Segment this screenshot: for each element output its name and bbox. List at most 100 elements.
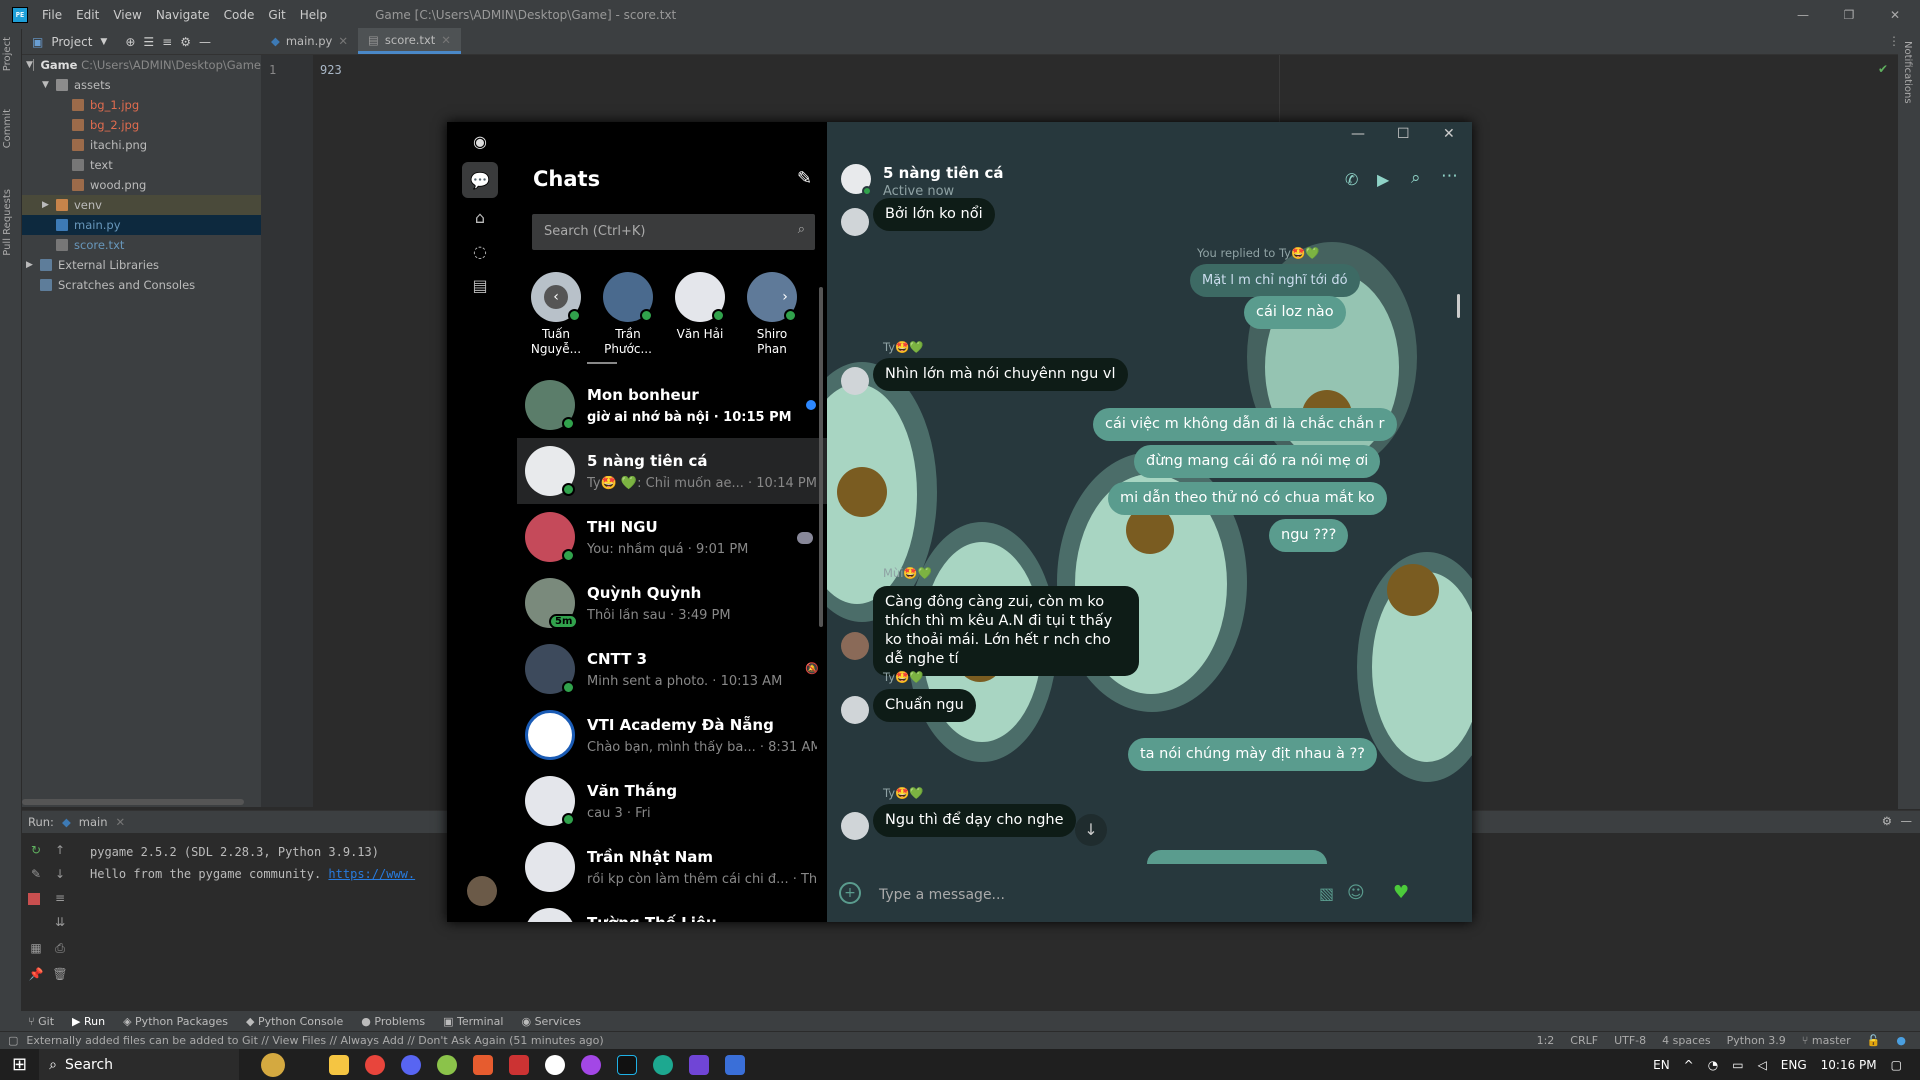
avatar[interactable] <box>467 876 497 906</box>
volume-icon[interactable]: ◁ <box>1758 1058 1767 1072</box>
chat-list-item[interactable]: Văn Thắng cau 3 · Fri <box>517 768 827 834</box>
scroll-to-end-icon[interactable]: ⇊ <box>52 915 68 931</box>
chat-list-item[interactable]: Trần Nhật Nam rồi kp còn làm thêm cái ch… <box>517 834 827 900</box>
sticker-icon[interactable]: ▧ <box>1319 884 1334 903</box>
stop-icon[interactable] <box>28 893 40 905</box>
tree-item-file[interactable]: bg_1.jpg <box>22 95 261 115</box>
app-icon[interactable] <box>545 1054 566 1075</box>
tab-pull-requests[interactable]: Pull Requests <box>2 189 13 256</box>
search-icon[interactable]: ⌕ <box>1411 168 1421 188</box>
git-branch[interactable]: ⑂ master <box>1802 1034 1851 1047</box>
tree-item-score-txt[interactable]: score.txt <box>22 235 261 255</box>
story-item[interactable]: Văn Hải <box>672 272 728 342</box>
tab-main-py[interactable]: ◆ main.py ✕ <box>261 28 358 54</box>
phone-icon[interactable]: ✆ <box>1345 170 1358 189</box>
story-item[interactable]: Trần Phước... <box>600 272 656 357</box>
lock-icon[interactable]: 🔓 <box>1867 1034 1881 1047</box>
story-item[interactable]: ‹ Tuấn Nguyễ... <box>528 272 584 357</box>
tree-item-venv[interactable]: ▶ venv <box>22 195 261 215</box>
language-indicator[interactable]: EN <box>1653 1058 1670 1072</box>
gear-icon[interactable]: ⚙ <box>1882 814 1892 828</box>
close-icon[interactable]: ✕ <box>338 34 348 48</box>
tree-item-game[interactable]: ▼ Game C:\Users\ADMIN\Desktop\Game <box>22 55 261 75</box>
code-line[interactable]: 923 <box>320 63 342 77</box>
chevron-right-icon[interactable]: › <box>773 285 797 309</box>
emoji-icon[interactable]: ☺ <box>1347 883 1365 903</box>
message-bubble[interactable]: Ngu thì để dạy cho nghe <box>873 804 1076 837</box>
layout-icon[interactable]: ▦ <box>28 941 44 957</box>
taskbar-search[interactable]: ⌕ Search <box>39 1049 240 1080</box>
file-explorer-icon[interactable] <box>329 1054 350 1075</box>
tool-python-console[interactable]: ◆ Python Console <box>246 1015 343 1028</box>
conversation-scrollbar[interactable] <box>1457 294 1460 318</box>
chat-list-item[interactable]: Mon bonheur giờ ai nhớ bà nội · 10:15 PM <box>517 372 827 438</box>
hide-icon[interactable]: — <box>199 35 211 49</box>
message-bubble[interactable]: ta nói chúng mày địt nhau à ?? <box>1128 738 1377 771</box>
wifi-icon[interactable]: ◔ <box>1708 1058 1718 1072</box>
python-interpreter[interactable]: Python 3.9 <box>1727 1034 1786 1047</box>
scroll-to-bottom-button[interactable]: ↓ <box>1075 814 1107 846</box>
ime-indicator[interactable]: ENG <box>1781 1058 1807 1072</box>
menu-file[interactable]: File <box>42 8 62 22</box>
message-bubble[interactable]: ngu ??? <box>1269 519 1349 552</box>
tool-problems[interactable]: ● Problems <box>361 1015 425 1028</box>
app-icon[interactable] <box>437 1054 458 1075</box>
pygame-link[interactable]: https://www. <box>328 867 415 881</box>
app-icon[interactable] <box>689 1054 710 1075</box>
add-attachment-icon[interactable]: + <box>839 882 861 904</box>
avatar[interactable] <box>841 632 869 660</box>
menu-code[interactable]: Code <box>224 8 255 22</box>
tab-project[interactable]: Project <box>2 37 13 71</box>
minimize-icon[interactable]: — <box>1351 126 1365 142</box>
close-icon[interactable]: ✕ <box>1872 0 1918 29</box>
project-header-label[interactable]: Project <box>51 35 92 49</box>
chat-list-item[interactable]: Tường Thế Liêu <box>517 900 827 922</box>
chat-list-item[interactable]: 5 nàng tiên cá Ty🤩 💚: Chỉi muốn ae... · … <box>517 438 827 504</box>
chat-list-item[interactable]: CNTT 3 Minh sent a photo. · 10:13 AM 🔕 <box>517 636 827 702</box>
menu-help[interactable]: Help <box>300 8 327 22</box>
minimize-icon[interactable]: — <box>1780 0 1826 29</box>
tree-item-assets[interactable]: ▼ assets <box>22 75 261 95</box>
chats-icon[interactable]: 💬 <box>462 162 498 198</box>
avatar[interactable] <box>841 367 869 395</box>
chat-list-item[interactable]: THI NGU You: nhầm quá · 9:01 PM <box>517 504 827 570</box>
chat-list-scrollbar[interactable] <box>819 287 823 627</box>
run-config-tab[interactable]: main <box>79 815 108 829</box>
tool-terminal[interactable]: ▣ Terminal <box>443 1015 503 1028</box>
gear-icon[interactable]: ⚙ <box>180 35 191 49</box>
search-input[interactable]: Search (Ctrl+K) ⌕ <box>532 214 815 250</box>
app-icon[interactable] <box>509 1054 530 1075</box>
chevron-left-icon[interactable]: ‹ <box>544 285 568 309</box>
menu-edit[interactable]: Edit <box>76 8 99 22</box>
chrome-icon[interactable] <box>365 1054 386 1075</box>
tree-item-scratches[interactable]: Scratches and Consoles <box>22 275 261 295</box>
requests-icon[interactable]: ◌ <box>467 238 493 264</box>
locate-icon[interactable]: ⊕ <box>125 35 135 49</box>
message-bubble[interactable]: đừng mang cái đó ra nói mẹ ơi <box>1134 445 1381 478</box>
tree-item-file[interactable]: wood.png <box>22 175 261 195</box>
compose-icon[interactable]: ✎ <box>797 168 812 189</box>
avatar[interactable] <box>841 696 869 724</box>
messenger-icon[interactable] <box>581 1054 602 1075</box>
close-icon[interactable]: ✕ <box>1443 126 1455 142</box>
video-call-icon[interactable]: ▶ <box>1377 170 1389 189</box>
chevron-up-icon[interactable]: ^ <box>1684 1058 1694 1072</box>
chevron-right-icon[interactable]: ▶ <box>26 260 40 270</box>
app-icon[interactable] <box>473 1054 494 1075</box>
arrow-up-icon[interactable]: ↑ <box>52 843 68 859</box>
soft-wrap-icon[interactable]: ≡ <box>52 891 68 907</box>
message-bubble[interactable]: Chuẩn ngu <box>873 689 976 722</box>
avatar[interactable] <box>841 208 869 236</box>
tool-git[interactable]: ⑂ Git <box>28 1015 54 1028</box>
message-bubble[interactable]: Bởi lớn ko nổi <box>873 198 995 231</box>
menu-view[interactable]: View <box>113 8 141 22</box>
message-bubble[interactable]: cái việc m không dẫn đi là chắc chắn r <box>1093 408 1397 441</box>
chat-list-item[interactable]: VTI Academy Đà Nẵng Chào bạn, mình thấy … <box>517 702 827 768</box>
windows-start-icon[interactable]: ⊞ <box>12 1054 27 1075</box>
pycharm-icon[interactable] <box>617 1054 638 1075</box>
app-icon[interactable] <box>725 1054 746 1075</box>
arrow-down-icon[interactable]: ↓ <box>52 867 68 883</box>
pin-icon[interactable]: 📌 <box>28 967 44 983</box>
conversation-title[interactable]: 5 nàng tiên cá <box>883 164 1004 182</box>
wrench-icon[interactable]: ✎ <box>28 867 44 883</box>
